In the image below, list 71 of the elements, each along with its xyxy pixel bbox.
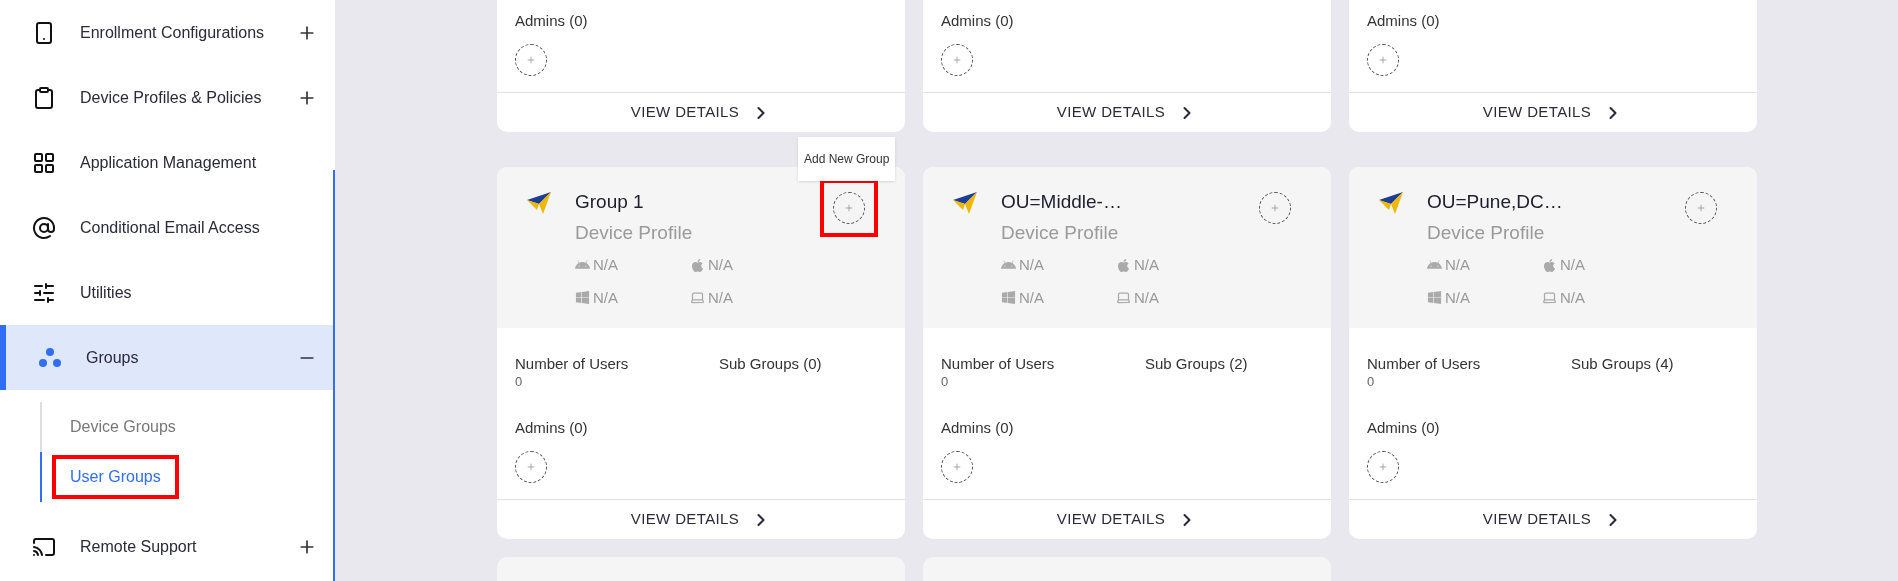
platform-value: N/A — [1445, 255, 1470, 275]
clipboard-icon — [32, 85, 56, 110]
laptop-icon — [1116, 290, 1131, 306]
nav-item[interactable]: Device Profiles & Policies — [0, 65, 333, 130]
platform-value: N/A — [593, 255, 618, 275]
platform-value: N/A — [1560, 287, 1585, 308]
plus-icon — [526, 462, 536, 472]
platform-value: N/A — [1019, 255, 1044, 275]
plus-icon — [1378, 462, 1388, 472]
platform-value: N/A — [1134, 287, 1159, 308]
group-title: OU=Pune,DC… — [1427, 190, 1564, 214]
nav-item[interactable]: Utilities — [0, 260, 333, 325]
users-label: Number of Users — [515, 354, 629, 374]
platform-value: N/A — [1019, 287, 1044, 308]
platform-value: N/A — [1134, 255, 1159, 275]
users-count: 0 — [941, 374, 949, 390]
profile-label: Device Profile — [575, 221, 694, 245]
plus-icon — [526, 55, 536, 65]
windows-icon — [1427, 290, 1442, 306]
users-label: Number of Users — [1367, 354, 1481, 374]
admins-label: Admins (0) — [1367, 417, 1440, 438]
three-dots-icon — [38, 345, 62, 370]
apple-icon — [690, 257, 705, 273]
users-label: Number of Users — [941, 354, 1055, 374]
view-details-link[interactable]: VIEW DETAILS — [1482, 101, 1624, 124]
subgroups-label: Sub Groups (0) — [719, 354, 822, 374]
view-details-link[interactable]: VIEW DETAILS — [1056, 508, 1198, 531]
platform-value: N/A — [708, 255, 733, 275]
subgroups-label: Sub Groups (4) — [1571, 354, 1674, 374]
plus-icon — [1378, 55, 1388, 65]
sub-nav-item[interactable]: Device Groups — [70, 418, 176, 435]
nav-item[interactable]: Application Management — [0, 130, 333, 195]
nav-item[interactable]: Enrollment Configurations — [0, 0, 333, 65]
windows-icon — [1001, 290, 1016, 306]
windows-icon — [575, 290, 590, 306]
admins-label: Admins (0) — [515, 417, 588, 438]
nav-item[interactable]: Remote Support — [0, 514, 333, 579]
users-count: 0 — [515, 374, 523, 390]
apple-icon — [1542, 257, 1557, 273]
profile-label: Device Profile — [1001, 221, 1120, 245]
admins-label: Admins (0) — [515, 10, 588, 31]
platform-value: N/A — [593, 287, 618, 308]
subgroups-label: Sub Groups (2) — [1145, 354, 1248, 374]
plus-icon — [844, 203, 854, 213]
nav-item[interactable]: Conditional Email Access — [0, 195, 333, 260]
plus-icon — [1696, 203, 1706, 213]
at-sign-icon — [32, 215, 56, 240]
plus-icon — [952, 55, 962, 65]
users-count: 0 — [1367, 374, 1375, 390]
platform-value: N/A — [1560, 255, 1585, 275]
sliders-icon — [32, 280, 56, 305]
plus-icon — [1270, 203, 1280, 213]
platform-value: N/A — [1445, 287, 1470, 308]
laptop-icon — [690, 290, 705, 306]
admins-label: Admins (0) — [941, 10, 1014, 31]
group-title: OU=Middle-… — [1001, 190, 1123, 214]
grid-icon — [32, 150, 56, 175]
apple-icon — [1116, 257, 1131, 273]
group-title: Group 1 — [575, 190, 645, 214]
nav-item[interactable]: Groups — [0, 325, 333, 390]
plus-icon — [952, 462, 962, 472]
view-details-link[interactable]: VIEW DETAILS — [1056, 101, 1198, 124]
admins-label: Admins (0) — [941, 417, 1014, 438]
laptop-icon — [1542, 290, 1557, 306]
tooltip: Add New Group — [798, 137, 896, 181]
admins-label: Admins (0) — [1367, 10, 1440, 31]
profile-label: Device Profile — [1427, 221, 1546, 245]
view-details-link[interactable]: VIEW DETAILS — [630, 101, 772, 124]
view-details-link[interactable]: VIEW DETAILS — [1482, 508, 1624, 531]
platform-value: N/A — [708, 287, 733, 308]
view-details-link[interactable]: VIEW DETAILS — [630, 508, 772, 531]
